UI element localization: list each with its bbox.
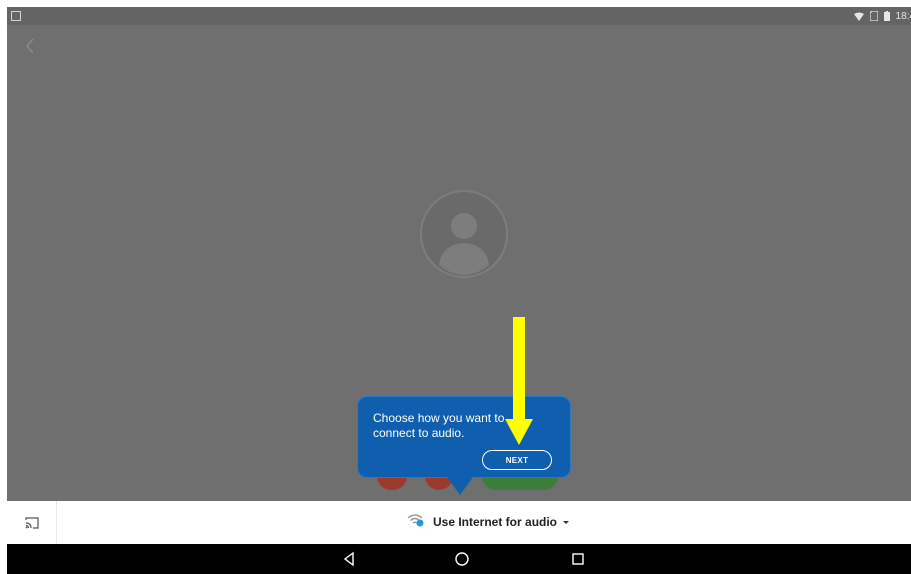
cast-icon[interactable]	[7, 501, 57, 544]
default-avatar-icon	[419, 189, 509, 279]
caret-down-icon	[563, 520, 570, 524]
status-time: 18:4	[895, 10, 911, 22]
back-triangle-icon[interactable]	[341, 551, 357, 567]
android-nav-bar	[7, 544, 911, 574]
wifi-icon	[853, 12, 864, 21]
tooltip-pointer	[447, 477, 473, 495]
chevron-left-icon[interactable]	[23, 37, 37, 55]
next-button[interactable]: NEXT	[482, 450, 552, 470]
audio-option-label: Use Internet for audio	[433, 515, 558, 529]
image-icon	[11, 11, 21, 21]
audio-tip-tooltip: Choose how you want to connect to audio.…	[357, 396, 571, 478]
audio-option-selector[interactable]: Use Internet for audio	[407, 511, 570, 533]
status-bar: 18:4	[7, 7, 911, 25]
sim-icon	[869, 11, 878, 21]
internet-audio-icon	[407, 513, 425, 532]
battery-icon	[883, 11, 890, 21]
recents-square-icon[interactable]	[570, 551, 586, 567]
status-icons: 18:4	[853, 9, 911, 23]
tooltip-message: Choose how you want to connect to audio.	[373, 411, 505, 440]
home-circle-icon[interactable]	[454, 551, 470, 567]
device-frame: 18:4 Choose how you want to connect to a…	[0, 0, 911, 574]
app-screen: 18:4 Choose how you want to connect to a…	[7, 7, 911, 574]
audio-bar: Use Internet for audio	[7, 501, 911, 544]
down-arrow-icon	[503, 317, 535, 447]
